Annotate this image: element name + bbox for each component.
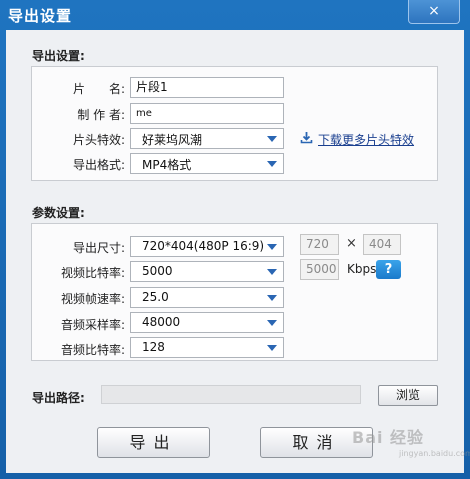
audio-samplerate-value: 48000 [142,315,181,329]
chevron-down-icon [267,136,277,142]
help-button[interactable]: ? [376,260,401,279]
video-bitrate-label: 视频比特率: [60,266,125,280]
video-bitrate-value: 5000 [142,264,173,278]
times-symbol: × [346,236,357,251]
audio-samplerate-label: 音频采样率: [60,318,125,332]
download-icon [300,132,313,144]
chevron-down-icon [267,295,277,301]
audio-bitrate-label: 音频比特率: [60,343,125,357]
chevron-down-icon [267,345,277,351]
export-format-label: 导出格式: [72,158,125,172]
name-input[interactable]: 片段1 [130,77,284,98]
intro-effect-value: 好莱坞风潮 [142,133,203,147]
height-input[interactable]: 404 [363,234,401,255]
export-size-select[interactable]: 720*404(480P 16:9) [130,236,284,257]
video-bitrate-select[interactable]: 5000 [130,261,284,282]
chevron-down-icon [267,320,277,326]
intro-effect-select[interactable]: 好莱坞风潮 [130,128,284,149]
watermark-logo: Bai 经验 [352,428,425,447]
window-title: 导出设置 [8,7,73,25]
title-bar: 导出设置 × [0,0,470,30]
params-section-title: 参数设置: [32,206,85,220]
intro-effect-label: 片头特效: [72,133,125,147]
audio-bitrate-select[interactable]: 128 [130,337,284,358]
audio-bitrate-value: 128 [142,340,165,354]
bitrate-display-input[interactable]: 5000 [300,259,339,280]
close-icon: × [428,3,440,19]
bitrate-unit: Kbps [347,262,377,276]
export-size-label: 导出尺寸: [72,241,125,255]
watermark-url: jingyan.baidu.com [399,449,470,458]
export-format-select[interactable]: MP4格式 [130,153,284,174]
export-button[interactable]: 导出 [97,427,210,458]
export-section-title: 导出设置: [32,49,85,63]
framerate-label: 视频帧速率: [60,292,125,306]
chevron-down-icon [267,161,277,167]
export-path-label: 导出路径: [32,391,85,405]
export-path-field[interactable] [101,385,361,404]
width-input[interactable]: 720 [300,234,339,255]
close-button[interactable]: × [408,0,460,24]
help-icon: ? [384,262,393,277]
author-input[interactable]: me [130,103,284,124]
framerate-value: 25.0 [142,290,169,304]
chevron-down-icon [267,269,277,275]
browse-button[interactable]: 浏览 [378,385,438,406]
name-label: 片 名: [72,82,125,96]
chevron-down-icon [267,244,277,250]
author-label: 制 作 者: [77,108,125,122]
download-more-intro-effects-link[interactable]: 下载更多片头特效 [318,131,414,148]
framerate-select[interactable]: 25.0 [130,287,284,308]
export-size-value: 720*404(480P 16:9) [142,239,265,253]
audio-samplerate-select[interactable]: 48000 [130,312,284,333]
export-format-value: MP4格式 [142,158,192,172]
